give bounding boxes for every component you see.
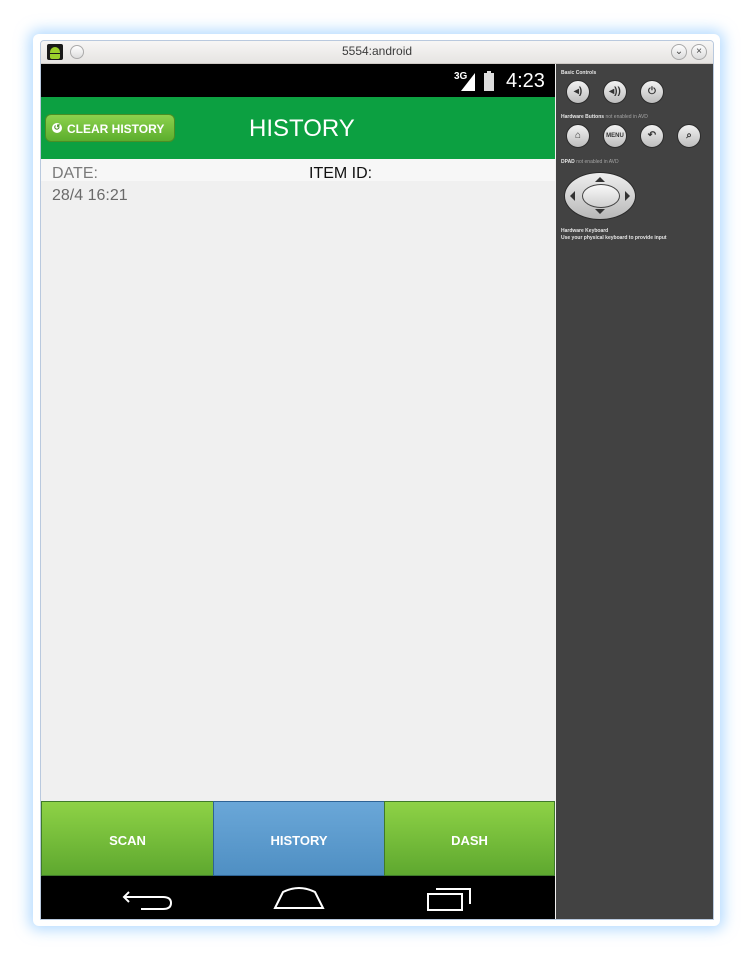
list-header: DATE: ITEM ID:	[41, 159, 555, 182]
power-icon[interactable]: ⏻	[640, 80, 664, 104]
dpad-right-icon[interactable]	[625, 191, 630, 201]
system-nav-bar	[41, 876, 555, 919]
signal-icon	[461, 73, 475, 91]
basic-controls-label: Basic Controls	[561, 70, 597, 76]
dpad-note: not enabled in AVD	[576, 159, 619, 165]
minimize-icon[interactable]: ⌄	[671, 44, 687, 60]
clear-history-button[interactable]: ↺ CLEAR HISTORY	[45, 114, 175, 142]
dpad-down-icon[interactable]	[595, 209, 605, 214]
tab-history[interactable]: HISTORY	[213, 801, 385, 876]
hardware-buttons-title: Hardware Buttons	[561, 114, 605, 120]
emulator-window: 5554:android ⌄ × 3G 4:23 ↺ CLEAR HISTORY…	[40, 40, 714, 920]
action-bar: ↺ CLEAR HISTORY HISTORY	[41, 97, 555, 159]
status-bar: 3G 4:23	[41, 64, 555, 97]
page-title: HISTORY	[249, 115, 355, 142]
back-icon[interactable]	[121, 886, 177, 910]
dpad-label: DPAD not enabled in AVD	[561, 159, 619, 165]
back-icon[interactable]: ↶	[640, 124, 664, 148]
list-item-date[interactable]: 28/4 16:21	[52, 187, 128, 205]
status-clock: 4:23	[506, 70, 545, 92]
hardware-keyboard-note: Use your physical keyboard to provide in…	[561, 235, 667, 241]
bottom-navigation: SCAN HISTORY DASH	[41, 801, 555, 876]
menu-icon[interactable]: MENU	[603, 124, 627, 148]
dpad-up-icon[interactable]	[595, 177, 605, 182]
home-icon[interactable]: ⌂	[566, 124, 590, 148]
tab-scan[interactable]: SCAN	[41, 801, 214, 876]
volume-up-icon[interactable]: ◂))	[603, 80, 627, 104]
dpad-center-button[interactable]	[582, 184, 620, 208]
tab-dash[interactable]: DASH	[384, 801, 555, 876]
volume-down-icon[interactable]: ◂)	[566, 80, 590, 104]
window-titlebar[interactable]: 5554:android ⌄ ×	[41, 41, 713, 64]
hardware-buttons-note: not enabled in AVD	[605, 114, 648, 120]
hardware-keyboard-label: Hardware Keyboard	[561, 228, 609, 234]
recent-apps-icon[interactable]	[426, 884, 476, 912]
emulator-controls-panel: Basic Controls ◂) ◂)) ⏻ Hardware Buttons…	[556, 64, 713, 919]
item-id-column-header: ITEM ID:	[309, 165, 373, 182]
home-icon[interactable]	[273, 886, 325, 910]
date-column-header: DATE:	[52, 165, 98, 182]
dpad-title: DPAD	[561, 159, 575, 165]
search-icon[interactable]: ⌕	[677, 124, 701, 148]
hardware-buttons-label: Hardware Buttons not enabled in AVD	[561, 114, 648, 120]
clear-icon: ↺	[52, 123, 62, 133]
clear-history-label: CLEAR HISTORY	[67, 122, 165, 136]
close-icon[interactable]: ×	[691, 44, 707, 60]
window-title: 5554:android	[341, 44, 413, 58]
dpad-left-icon[interactable]	[570, 191, 575, 201]
battery-icon	[484, 71, 494, 91]
device-screen: 3G 4:23 ↺ CLEAR HISTORY HISTORY DATE: IT…	[41, 64, 555, 919]
dpad-control[interactable]	[564, 172, 636, 220]
